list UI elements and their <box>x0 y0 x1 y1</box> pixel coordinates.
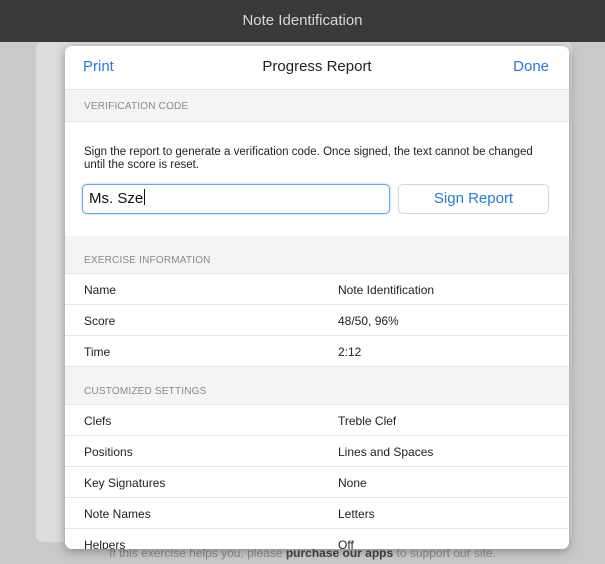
sign-report-button[interactable]: Sign Report <box>398 184 549 214</box>
table-row: Key Signatures None <box>65 467 569 498</box>
table-row: Time 2:12 <box>65 336 569 367</box>
window-title: Note Identification <box>242 12 363 29</box>
table-row: Positions Lines and Spaces <box>65 436 569 467</box>
section-customized-settings: CUSTOMIZED SETTINGS <box>65 367 569 405</box>
print-button[interactable]: Print <box>83 58 114 75</box>
row-label: Key Signatures <box>84 476 166 490</box>
done-button[interactable]: Done <box>513 58 549 75</box>
signature-name-value: Ms. Sze <box>89 190 144 207</box>
table-row: Helpers Off <box>65 529 569 549</box>
row-value: Letters <box>338 507 375 521</box>
verification-body: Sign the report to generate a verificati… <box>65 122 569 236</box>
section-title: CUSTOMIZED SETTINGS <box>84 386 207 397</box>
text-cursor <box>144 189 146 205</box>
section-exercise-information: EXERCISE INFORMATION <box>65 236 569 274</box>
table-row: Name Note Identification <box>65 274 569 305</box>
table-row: Clefs Treble Clef <box>65 405 569 436</box>
row-label: Name <box>84 283 117 297</box>
row-label: Note Names <box>84 507 151 521</box>
modal-title: Progress Report <box>262 58 372 75</box>
section-title: VERIFICATION CODE <box>84 101 189 112</box>
window-title-bar: Note Identification <box>0 0 605 42</box>
row-label: Score <box>84 314 116 328</box>
table-row: Note Names Letters <box>65 498 569 529</box>
signature-name-input[interactable]: Ms. Sze <box>82 184 390 214</box>
modal-header: Progress Report Print Done <box>65 46 569 90</box>
section-title: EXERCISE INFORMATION <box>84 255 211 266</box>
section-verification-code: VERIFICATION CODE <box>65 90 569 122</box>
row-value: Off <box>338 538 354 549</box>
row-label: Positions <box>84 445 133 459</box>
row-value: 48/50, 96% <box>338 314 399 328</box>
row-label: Clefs <box>84 414 112 428</box>
verification-description: Sign the report to generate a verificati… <box>84 146 533 171</box>
row-value: Treble Clef <box>338 414 397 428</box>
row-value: None <box>338 476 367 490</box>
row-label: Time <box>84 345 111 359</box>
progress-report-modal: Progress Report Print Done VERIFICATION … <box>65 46 569 549</box>
table-row: Score 48/50, 96% <box>65 305 569 336</box>
row-label: Helpers <box>84 538 126 549</box>
row-value: 2:12 <box>338 345 362 359</box>
row-value: Note Identification <box>338 283 435 297</box>
row-value: Lines and Spaces <box>338 445 434 459</box>
